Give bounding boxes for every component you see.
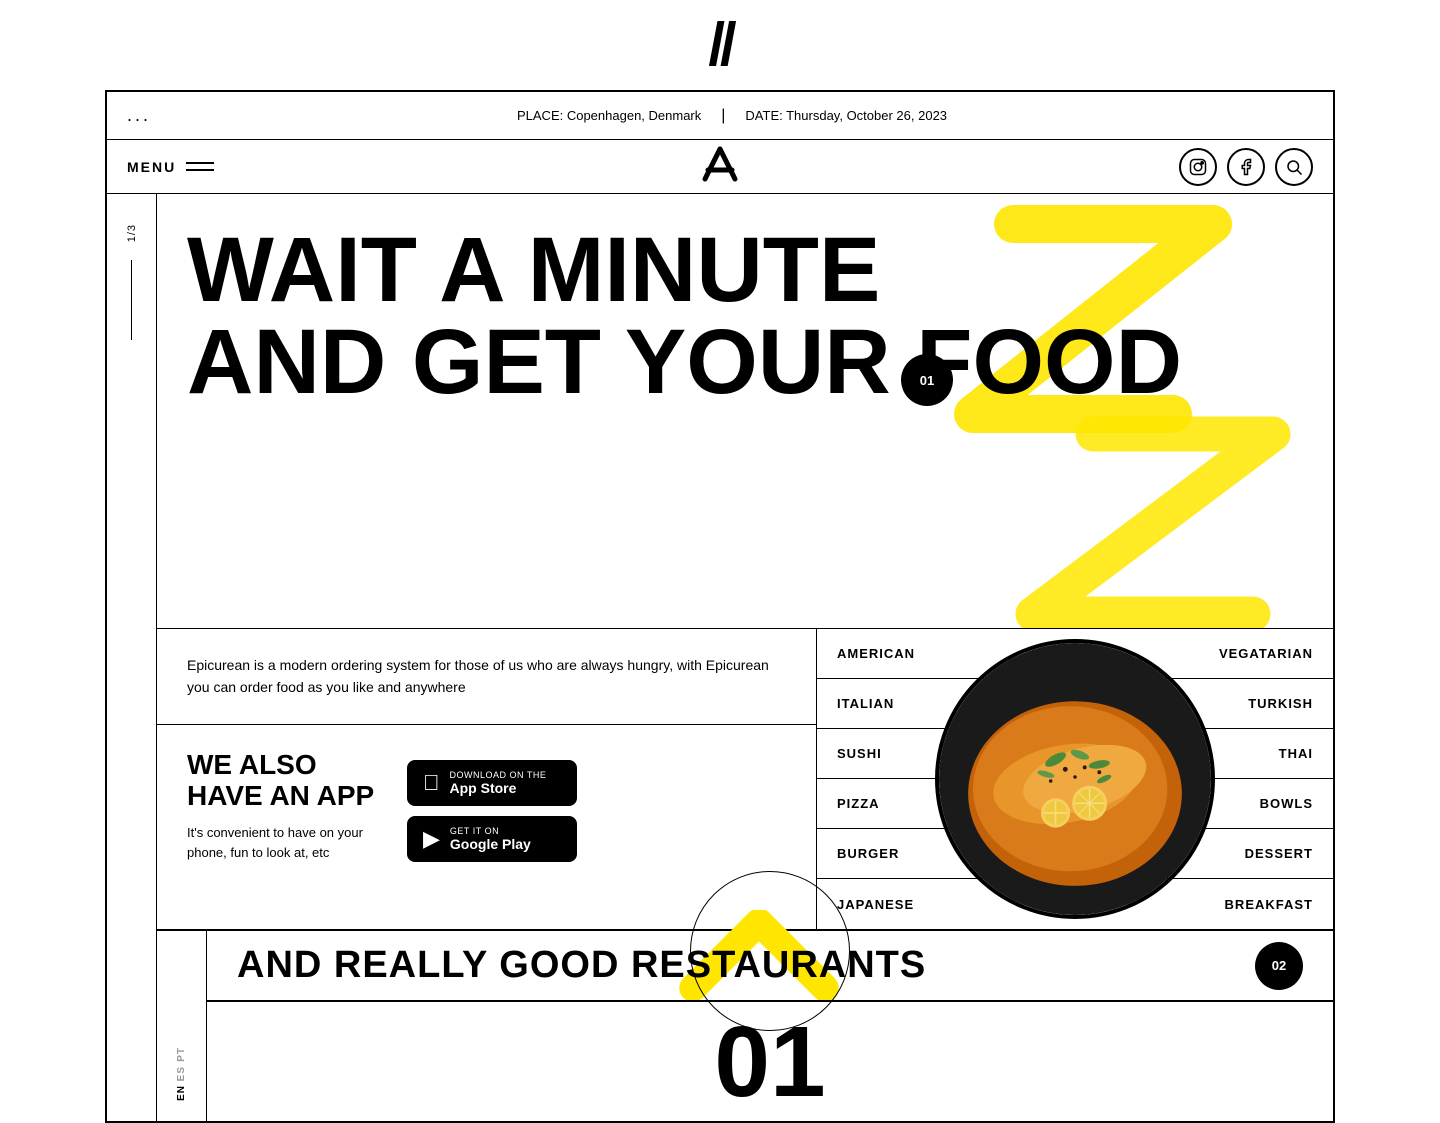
info-left: Epicurean is a modern ordering system fo… — [157, 629, 817, 929]
lang-en[interactable]: EN — [176, 1085, 187, 1101]
apple-icon:  — [423, 770, 440, 796]
hero-title-block: WAIT A MINUTE AND GET YOUR FOOD — [187, 224, 1303, 408]
hero-section: WAIT A MINUTE AND GET YOUR FOOD 01 — [157, 194, 1333, 629]
browser-topbar: ... PLACE: Copenhagen, Denmark | DATE: T… — [107, 92, 1333, 140]
category-left-0: AMERICAN — [837, 646, 915, 661]
app-promo-title: WE ALSO HAVE AN APP — [187, 750, 387, 812]
side-left: 1/3 — [107, 194, 157, 1121]
slide-counter: 1/3 — [126, 224, 138, 242]
search-icon — [1285, 158, 1303, 176]
nav-right-icons — [1179, 148, 1313, 186]
category-right-2: THAI — [1279, 746, 1313, 761]
facebook-icon — [1237, 158, 1255, 176]
googleplay-button[interactable]: ▶ GET IT ON Google Play — [407, 816, 577, 862]
app-title-line1: WE ALSO — [187, 749, 317, 780]
facebook-button[interactable] — [1227, 148, 1265, 186]
instagram-button[interactable] — [1179, 148, 1217, 186]
hamburger-icon — [186, 162, 214, 171]
appstore-big: App Store — [450, 780, 547, 796]
menu-button[interactable]: MENU — [127, 159, 214, 175]
main-content: WAIT A MINUTE AND GET YOUR FOOD 01 Epicu… — [157, 194, 1333, 1121]
restaurant-title: AND REALLY GOOD RESTAURANTS — [237, 944, 926, 987]
nav-logo-icon — [700, 144, 740, 184]
appstore-button[interactable]:  Download on the App Store — [407, 760, 577, 806]
date-label: DATE: Thursday, October 26, 2023 — [745, 108, 947, 123]
category-right-3: BOWLS — [1260, 796, 1313, 811]
search-button[interactable] — [1275, 148, 1313, 186]
description-text: Epicurean is a modern ordering system fo… — [187, 654, 786, 699]
category-left-3: PIZZA — [837, 796, 880, 811]
googleplay-big: Google Play — [450, 836, 531, 852]
lang-es[interactable]: ES — [176, 1066, 187, 1081]
bottom-main: AND REALLY GOOD RESTAURANTS 02 01 — [207, 931, 1333, 1121]
menu-label: MENU — [127, 159, 176, 175]
browser-frame: ... PLACE: Copenhagen, Denmark | DATE: T… — [105, 90, 1335, 1123]
app-promo-body: It's convenient to have on your phone, f… — [187, 823, 387, 862]
lang-pt[interactable]: PT — [176, 1047, 187, 1062]
category-left-4: BURGER — [837, 846, 899, 861]
browser-address: PLACE: Copenhagen, Denmark | DATE: Thurs… — [151, 107, 1313, 125]
slide-line — [131, 260, 132, 340]
food-plate-svg — [939, 643, 1211, 915]
restaurant-bar: AND REALLY GOOD RESTAURANTS 02 — [207, 931, 1333, 1001]
category-left-1: ITALIAN — [837, 696, 894, 711]
navbar: MENU — [107, 140, 1333, 194]
category-left-2: SUSHI — [837, 746, 882, 761]
googleplay-small: GET IT ON — [450, 826, 531, 836]
info-description: Epicurean is a modern ordering system fo… — [157, 629, 816, 725]
bottom-badge: 02 — [1255, 942, 1303, 990]
app-promo: WE ALSO HAVE AN APP It's convenient to h… — [157, 725, 816, 888]
nav-logo-center — [700, 144, 740, 189]
play-icon: ▶ — [423, 826, 440, 852]
address-divider: | — [721, 107, 725, 125]
category-right-4: DESSERT — [1245, 846, 1313, 861]
appstore-small: Download on the — [450, 770, 547, 780]
app-promo-text: WE ALSO HAVE AN APP It's convenient to h… — [187, 750, 387, 863]
food-image — [935, 639, 1215, 919]
bottom-sections: PT ES EN AND REALLY GOOD RESTAURANTS — [157, 930, 1333, 1121]
categories-right: AMERICAN VEGATARIAN ITALIAN TURKISH SUSHI THA… — [817, 629, 1333, 929]
site-logo: // — [708, 15, 731, 75]
main-wrapper: 1/3 WAIT A MINUTE AND GET YOUR FOOD 01 — [107, 194, 1333, 1121]
hero-badge: 01 — [901, 354, 953, 406]
hero-title-line2: AND GET YOUR FOOD — [187, 316, 1303, 408]
instagram-icon — [1189, 158, 1207, 176]
app-title-line2: HAVE AN APP — [187, 780, 374, 811]
category-right-0: VEGATARIAN — [1219, 646, 1313, 661]
language-selector: PT ES EN — [157, 931, 207, 1121]
category-right-1: TURKISH — [1248, 696, 1313, 711]
app-buttons:  Download on the App Store ▶ GET IT ON — [407, 760, 577, 862]
place-label: PLACE: Copenhagen, Denmark — [517, 108, 701, 123]
browser-dots: ... — [127, 105, 151, 126]
hero-title-line1: WAIT A MINUTE — [187, 224, 1303, 316]
category-right-5: BREAKFAST — [1225, 897, 1313, 912]
logo-bar: // — [0, 0, 1440, 90]
